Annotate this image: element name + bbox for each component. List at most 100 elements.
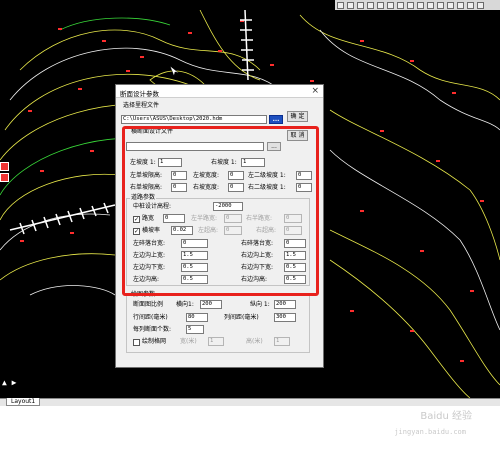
center-elev-input[interactable]: -2000	[213, 202, 243, 211]
toolbar-button-icon[interactable]	[427, 1, 434, 9]
watermark-url: jingyan.baidu.com	[394, 428, 466, 436]
right-ditch-depth-label: 右边沟高:	[241, 276, 268, 283]
layout-tab-bar: Layout1	[0, 398, 500, 406]
section-design-dialog: 断面设计参数 × 选择里程文件 C:\Users\ASUS\Desktop\20…	[115, 84, 324, 368]
scale-label: 断面图比例	[133, 301, 164, 308]
ok-button[interactable]: 确 定	[287, 111, 308, 122]
toolbar-button-icon[interactable]	[387, 1, 394, 9]
close-icon[interactable]: ×	[311, 86, 319, 96]
per-column-input[interactable]: 5	[186, 325, 204, 334]
left-single-limit-input[interactable]: 0	[171, 171, 187, 180]
left-superelev-label: 左超高:	[198, 227, 219, 234]
toolbar-button-icon[interactable]	[467, 1, 474, 9]
left-single-limit-label: 左单坡限高:	[130, 172, 163, 179]
toolbar-button-icon[interactable]	[337, 1, 344, 9]
draw-grid-label: 绘制格网	[142, 338, 167, 345]
col-spacing-label: 列间距(毫米)	[224, 314, 259, 321]
toolbar-button-icon[interactable]	[447, 1, 454, 9]
right-ditch-depth-input[interactable]: 0.5	[284, 275, 306, 284]
cad-toolbar	[0, 0, 500, 10]
road-params-group-title: 道路参数	[130, 194, 157, 202]
grid-width-input: 1	[208, 337, 224, 346]
right-ditch-top-input[interactable]: 1.5	[284, 251, 306, 260]
plot-params-group-title: 绘图参数	[130, 291, 157, 299]
cancel-button[interactable]: 取 消	[287, 130, 308, 141]
left-ditch-top-input[interactable]: 1.5	[181, 251, 208, 260]
right-single-limit-input[interactable]: 0	[171, 183, 187, 192]
toolbar-button-icon[interactable]	[397, 1, 404, 9]
right-berm-width-input[interactable]: 0	[284, 239, 306, 248]
per-column-label: 每列断面个数:	[133, 326, 172, 333]
watermark-text: Baidu 经验	[420, 411, 472, 422]
left-second-slope-label: 左二级坡度 1:	[248, 172, 286, 179]
right-superelev-input: 0	[284, 226, 302, 235]
mileage-file-input[interactable]: C:\Users\ASUS\Desktop\2020.hdm	[121, 115, 267, 124]
left-platform-width-label: 左坡宽度:	[193, 172, 220, 179]
grid-height-input: 1	[274, 337, 290, 346]
crown-slope-checkbox[interactable]: ✓	[133, 228, 140, 235]
col-spacing-input[interactable]: 300	[274, 313, 296, 322]
browse-cross-section-button[interactable]: ...	[267, 142, 281, 151]
toolbar-button-icon[interactable]	[457, 1, 464, 9]
crown-slope-label: 横坡率	[142, 227, 161, 234]
left-ditch-top-label: 左边沟上宽:	[133, 252, 166, 259]
right-single-limit-label: 右单坡限高:	[130, 184, 163, 191]
toolbar-button-icon[interactable]	[357, 1, 364, 9]
scale-h-label: 横向1:	[176, 301, 194, 308]
left-slope-label: 左坡度 1:	[130, 159, 156, 166]
browse-mileage-button[interactable]: ...	[269, 115, 283, 124]
right-platform-width-label: 右坡宽度:	[193, 184, 220, 191]
cross-section-file-label: 横断面设计文件	[131, 128, 174, 135]
scale-h-input[interactable]: 200	[200, 300, 222, 309]
dialog-titlebar[interactable]: 断面设计参数 ×	[116, 85, 323, 98]
right-second-slope-input[interactable]: 0	[296, 183, 312, 192]
toolbar-button-icon[interactable]	[347, 1, 354, 9]
right-ditch-top-label: 右边沟上宽:	[241, 252, 274, 259]
right-slope-input[interactable]: 1	[241, 158, 265, 167]
row-spacing-label: 行间距(毫米)	[133, 314, 168, 321]
side-marker-group	[0, 162, 9, 184]
right-superelev-label: 右超高:	[256, 227, 277, 234]
left-platform-width-input[interactable]: 0	[228, 171, 244, 180]
right-ditch-bottom-input[interactable]: 0.5	[284, 263, 306, 272]
center-elev-label: 中桩设计高程:	[133, 203, 172, 210]
tab-layout1[interactable]: Layout1	[6, 398, 41, 406]
side-marker-icon	[0, 173, 9, 182]
road-width-label: 路宽	[142, 215, 155, 222]
left-ditch-depth-input[interactable]: 0.5	[181, 275, 208, 284]
right-half-width-label: 右半路宽:	[246, 215, 273, 222]
left-berm-width-input[interactable]: 0	[181, 239, 208, 248]
right-berm-width-label: 右碎落台宽:	[241, 240, 274, 247]
row-spacing-input[interactable]: 80	[186, 313, 208, 322]
left-superelev-input: 0	[224, 226, 242, 235]
right-ditch-bottom-label: 右边沟下宽:	[241, 264, 274, 271]
scale-v-label: 纵向 1:	[250, 301, 270, 308]
toolbar-button-icon[interactable]	[367, 1, 374, 9]
crown-slope-input[interactable]: 0.02	[171, 226, 193, 235]
left-ditch-bottom-label: 左边沟下宽:	[133, 264, 166, 271]
left-ditch-bottom-input[interactable]: 0.5	[181, 263, 208, 272]
left-slope-input[interactable]: 1	[158, 158, 182, 167]
left-ditch-depth-label: 左边沟高:	[133, 276, 160, 283]
grid-width-label: 宽(米)	[180, 338, 197, 345]
cross-section-file-input[interactable]	[126, 142, 264, 151]
right-second-slope-label: 右二级坡度 1:	[248, 184, 286, 191]
toolbar-strip	[335, 0, 500, 10]
toolbar-button-icon[interactable]	[477, 1, 484, 9]
toolbar-button-icon[interactable]	[377, 1, 384, 9]
right-half-width-input: 0	[284, 214, 302, 223]
dialog-title: 断面设计参数	[120, 90, 159, 98]
road-width-input[interactable]: 0	[163, 214, 185, 223]
ucs-axis-icon: ▲ ▶	[2, 378, 17, 387]
right-platform-width-input[interactable]: 0	[228, 183, 244, 192]
grid-height-label: 高(米)	[246, 338, 263, 345]
left-second-slope-input[interactable]: 0	[296, 171, 312, 180]
toolbar-button-icon[interactable]	[437, 1, 444, 9]
road-width-checkbox[interactable]: ✓	[133, 216, 140, 223]
left-half-width-label: 左半路宽:	[191, 215, 218, 222]
toolbar-button-icon[interactable]	[407, 1, 414, 9]
left-half-width-input: 0	[224, 214, 242, 223]
scale-v-input[interactable]: 200	[274, 300, 296, 309]
toolbar-button-icon[interactable]	[417, 1, 424, 9]
draw-grid-checkbox[interactable]	[133, 339, 140, 346]
